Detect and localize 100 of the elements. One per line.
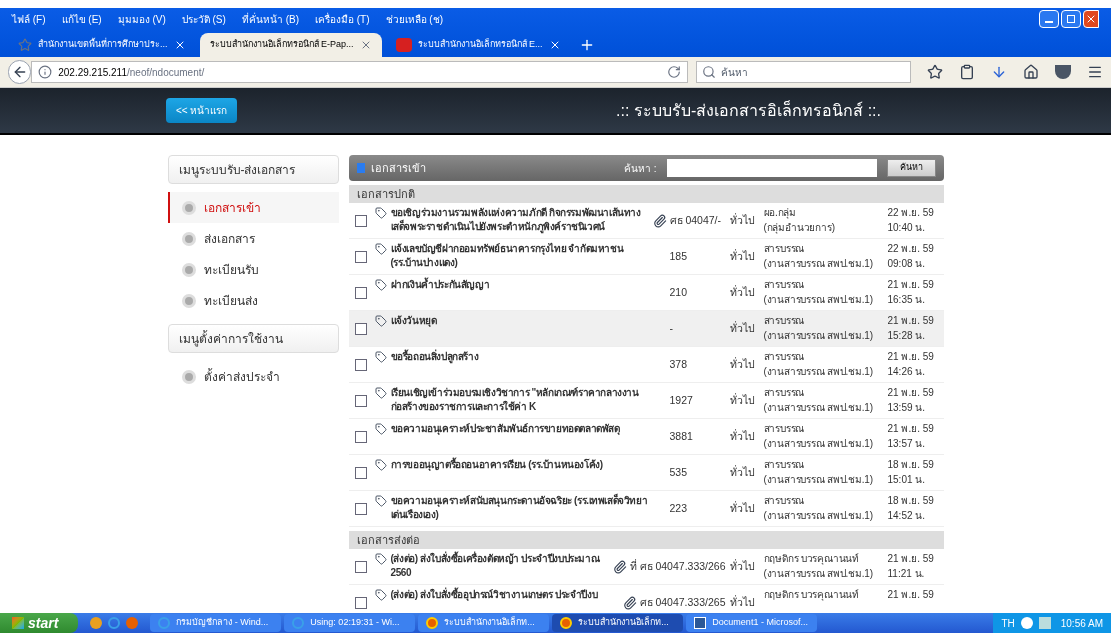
start-button[interactable]: start (0, 613, 79, 633)
reload-icon[interactable] (667, 65, 681, 79)
checkbox[interactable] (354, 502, 367, 515)
browser-tab[interactable]: ระบบสำนักงานอิเล็กทรอนิกส์ E... (385, 33, 571, 57)
tag-icon (374, 243, 387, 255)
page-title: .:: ระบบรับ-ส่งเอกสารอิเล็กทรอนิกส์ ::. (616, 99, 881, 121)
globe-icon (426, 617, 439, 629)
menu-item[interactable]: ประวัติ (S) (181, 11, 226, 27)
document-title[interactable]: ฝากเงินค้ำประกันสัญญา (390, 278, 650, 292)
sidebar-item[interactable]: ส่งเอกสาร (167, 223, 339, 254)
home-icon[interactable] (1023, 64, 1039, 80)
tag-icon (374, 589, 387, 601)
logo-icon (395, 38, 412, 52)
document-title[interactable]: ขอความอนุเคราะห์สนับสนุนกระดานอัจฉริยะ (รร.เทพเสด็จวิทยา เด่นเรืองเอง) (390, 494, 650, 522)
radio-icon (181, 200, 196, 215)
sender: กฤษดิกร บวรคุณานนท์ (763, 588, 861, 602)
document-type: ทั่วไป (729, 465, 755, 478)
taskbar-button[interactable]: กรมบัญชีกลาง - Wind... (150, 614, 282, 632)
tag-icon (374, 207, 387, 219)
sender: สารบรรณ (งานสารบรรณ สพป.ชม.1) (763, 458, 874, 487)
document-type: ทั่วไป (729, 559, 755, 572)
sender: สารบรรณ (งานสารบรรณ สพป.ชม.1) (763, 278, 874, 307)
download-icon[interactable] (991, 64, 1007, 80)
info-icon (38, 65, 53, 79)
menu-item[interactable]: เครื่องมือ (T) (315, 11, 370, 27)
clock: 10:56 AM (1060, 616, 1103, 631)
document-title[interactable]: ขอเชิญร่วมงานรวมพลังแห่งความภักดี กิจกรรมพัฒนาเส้นทางเสด็จพระราชดำเนินไปยังพระตำหนักภูพิงค์ราชนิเวศน์ (390, 206, 650, 234)
menu-item[interactable]: มุมมอง (V) (117, 11, 166, 27)
checkbox[interactable] (354, 430, 367, 443)
checkbox[interactable] (354, 250, 367, 263)
date-time: 22 พ.ย. 59 09:08 น. (887, 242, 935, 271)
tag-icon (374, 351, 387, 363)
document-number: 378 (669, 357, 688, 370)
document-type: ทั่วไป (729, 249, 755, 262)
paperclip-icon[interactable] (612, 559, 627, 574)
search-button[interactable]: ค้นหา (886, 159, 936, 177)
sidebar-item[interactable]: ทะเบียนส่ง (167, 285, 339, 316)
url-path: /neof/ndocument/ (127, 65, 205, 80)
checkbox[interactable] (354, 560, 367, 573)
document-title[interactable]: แจ้งวันหยุด (390, 314, 650, 328)
document-type: ทั่วไป (729, 357, 755, 370)
checkbox[interactable] (354, 286, 367, 299)
search-icon (702, 65, 716, 79)
checkbox[interactable] (354, 394, 367, 407)
tray-icon[interactable] (1020, 617, 1033, 629)
checkbox[interactable] (354, 214, 367, 227)
checkbox[interactable] (354, 596, 367, 609)
document-title[interactable]: (ส่งต่อ) ส่งใบสั่งซื้อเครื่องตัดหญ้า ประจำปีงบประมาณ 2560 (390, 552, 610, 580)
paperclip-icon[interactable] (622, 595, 637, 610)
document-title[interactable]: (ส่งต่อ) ส่งใบสั่งซื้ออุปกรณ์วิชางานเกษตร ประจำปีงบ (390, 588, 620, 602)
document-title[interactable]: แจ้งเลขบัญชีฝากออมทรัพย์ธนาคารกรุงไทย จำกัดมหาชน (รร.บ้านปางแดง) (390, 242, 650, 270)
section-header: เอกสารส่งต่อ (348, 531, 944, 549)
tab-title: สำนักงานเขตพื้นที่การศึกษาประ... (38, 38, 168, 52)
date-time: 21 พ.ย. 59 (887, 588, 935, 602)
document-number: 210 (669, 285, 688, 298)
document-title[interactable]: การขออนุญาตรื้อถอนอาคารเรียน (รร.บ้านหนองโค้ง) (390, 458, 650, 472)
minimize-icon[interactable] (1039, 10, 1059, 28)
clipboard-icon[interactable] (959, 64, 975, 80)
document-type: ทั่วไป (729, 321, 755, 334)
document-title[interactable]: เรียนเชิญเข้าร่วมอบรมเชิงวิชาการ "หลักเกณฑ์ราคากลางงานก่อสร้างของราชการและการใช้ค่า K (390, 386, 650, 414)
address-bar[interactable]: 202.29.215.211/neof/ndocument/ (31, 61, 688, 83)
menu-item[interactable]: ที่คั่นหน้า (B) (241, 11, 299, 27)
menu-item[interactable]: แก้ไข (E) (61, 11, 102, 27)
taskbar-button[interactable]: ระบบสำนักงานอิเล็กท... (418, 614, 550, 632)
close-icon[interactable] (1083, 10, 1099, 28)
checkbox[interactable] (354, 358, 367, 371)
document-number: 1927 (669, 393, 693, 406)
menu-item[interactable]: ช่วยเหลือ (ช) (385, 11, 443, 27)
menu-icon[interactable] (1087, 64, 1103, 80)
document-title[interactable]: ขอความอนุเคราะห์ประชาสัมพันธ์การขายทอดตลาดพัสดุ (390, 422, 650, 436)
sidebar-item[interactable]: ทะเบียนรับ (167, 254, 339, 285)
checkbox[interactable] (354, 322, 367, 335)
radio-icon (181, 369, 196, 384)
tag-icon (374, 459, 387, 471)
tag-icon (374, 553, 387, 565)
tag-icon (374, 495, 387, 507)
star-icon (18, 38, 32, 52)
search-field[interactable]: ค้นหา (696, 61, 911, 83)
document-title[interactable]: ขอรื้อถอนสิ่งปลูกสร้าง (390, 350, 650, 364)
taskbar-button[interactable]: ระบบสำนักงานอิเล็กท... (552, 614, 684, 632)
radio-icon (181, 231, 196, 246)
browser-tab[interactable]: สำนักงานเขตพื้นที่การศึกษาประ... (8, 33, 196, 57)
document-number: 3881 (669, 429, 693, 442)
browser-tab[interactable]: ระบบสำนักงานอิเล็กทรอนิกส์ E-Pap... (199, 33, 382, 57)
sender: ผอ.กลุ่ม (กลุ่มอำนวยการ) (763, 206, 836, 235)
browser-icon[interactable] (90, 617, 103, 629)
taskbar-button[interactable]: Using: 02:19:31 - Wi... (284, 614, 416, 632)
bookmark-icon[interactable] (927, 64, 943, 80)
taskbar-button[interactable]: Document1 - Microsof... (686, 614, 818, 632)
document-type: ทั่วไป (729, 213, 755, 226)
paperclip-icon[interactable] (652, 213, 667, 228)
back-button[interactable] (8, 60, 32, 84)
checkbox[interactable] (354, 466, 367, 479)
sender: สารบรรณ (งานสารบรรณ สพป.ชม.1) (763, 350, 874, 379)
search-input[interactable] (666, 159, 877, 177)
sidebar-item[interactable]: เอกสารเข้า (167, 192, 339, 223)
restore-icon[interactable] (1061, 10, 1081, 28)
menu-item[interactable]: ไฟล์ (F) (12, 11, 46, 27)
globe-icon (560, 617, 573, 629)
sidebar-item[interactable]: ตั้งค่าส่งประจำ (167, 361, 339, 392)
